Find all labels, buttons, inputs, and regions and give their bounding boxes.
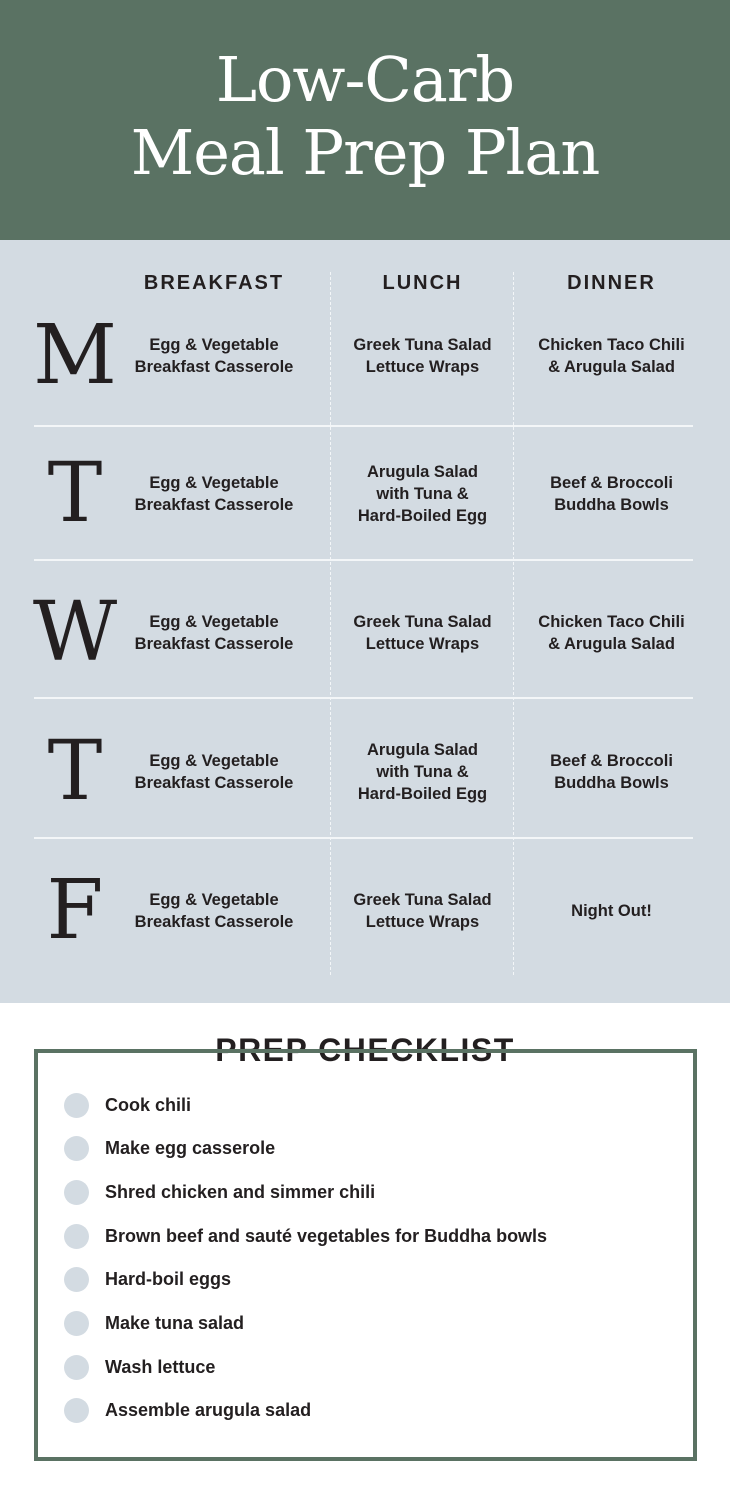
checklist-item[interactable]: Brown beef and sauté vegetables for Budd…	[64, 1223, 547, 1249]
dinner-cell: Chicken Taco Chili & Arugula Salad	[538, 613, 685, 653]
checklist-item[interactable]: Make tuna salad	[64, 1311, 244, 1337]
checklist-item-label: Cook chili	[105, 1094, 192, 1115]
checkbox-circle-icon[interactable]	[64, 1223, 89, 1249]
checklist-item-label: Hard-boil eggs	[105, 1269, 232, 1290]
row-divider	[34, 559, 693, 561]
checklist-item[interactable]: Make egg casserole	[64, 1136, 275, 1162]
row-divider	[34, 425, 693, 427]
checklist-item-label: Brown beef and sauté vegetables for Budd…	[105, 1225, 548, 1246]
lunch-cell: Greek Tuna Salad Lettuce Wraps	[353, 336, 492, 376]
meal-plan-table: BREAKFAST LUNCH DINNER M Egg & Vegetable …	[0, 240, 730, 1003]
header-banner: Low-Carb Meal Prep Plan	[0, 0, 730, 240]
checklist-item[interactable]: Cook chili	[64, 1092, 191, 1118]
breakfast-cell: Egg & Vegetable Breakfast Casserole	[134, 752, 294, 792]
day-row: T Egg & Vegetable Breakfast Casserole Arug…	[0, 429, 730, 559]
checklist-item[interactable]: Shred chicken and simmer chili	[64, 1179, 375, 1205]
dinner-cell: Chicken Taco Chili & Arugula Salad	[538, 336, 685, 376]
day-letter: F	[46, 863, 104, 958]
checklist-item[interactable]: Assemble arugula salad	[64, 1398, 311, 1424]
checklist-item-label: Assemble arugula salad	[105, 1400, 312, 1421]
dinner-cell: Beef & Broccoli Buddha Bowls	[550, 752, 673, 792]
checkbox-circle-icon[interactable]	[64, 1311, 89, 1336]
checkbox-circle-icon[interactable]	[64, 1136, 89, 1162]
breakfast-cell: Egg & Vegetable Breakfast Casserole	[134, 613, 294, 653]
lunch-cell: Arugula Salad with Tuna & Hard-Boiled Eg…	[357, 463, 488, 525]
day-letter: W	[32, 585, 118, 680]
checklist-item-label: Make egg casserole	[105, 1138, 276, 1159]
day-letter: M	[33, 308, 117, 403]
day-row: M Egg & Vegetable Breakfast Casserole Gree…	[0, 291, 730, 421]
checkbox-circle-icon[interactable]	[64, 1179, 89, 1205]
breakfast-cell: Egg & Vegetable Breakfast Casserole	[134, 474, 294, 514]
breakfast-cell: Egg & Vegetable Breakfast Casserole	[134, 891, 294, 931]
dinner-cell: Night Out!	[571, 902, 652, 920]
checkbox-circle-icon[interactable]	[64, 1354, 89, 1380]
dinner-cell: Beef & Broccoli Buddha Bowls	[550, 474, 673, 514]
page-title-line2: Meal Prep Plan	[130, 116, 601, 189]
checkbox-circle-icon[interactable]	[64, 1267, 89, 1293]
checklist-item-label: Wash lettuce	[105, 1356, 216, 1377]
lunch-cell: Greek Tuna Salad Lettuce Wraps	[353, 891, 492, 931]
checklist-item[interactable]: Wash lettuce	[64, 1354, 215, 1380]
breakfast-cell: Egg & Vegetable Breakfast Casserole	[134, 336, 294, 376]
day-letter: T	[47, 724, 103, 819]
day-row: F Egg & Vegetable Breakfast Casserole Gree…	[0, 846, 730, 976]
lunch-cell: Arugula Salad with Tuna & Hard-Boiled Eg…	[357, 741, 488, 803]
checklist-item[interactable]: Hard-boil eggs	[64, 1267, 231, 1293]
page-title-line1: Low-Carb	[215, 43, 515, 116]
checkbox-circle-icon[interactable]	[64, 1398, 89, 1424]
checkbox-circle-icon[interactable]	[64, 1092, 89, 1118]
row-divider	[34, 837, 693, 839]
day-row: W Egg & Vegetable Breakfast Casserole Gree…	[0, 568, 730, 698]
checklist-item-label: Make tuna salad	[105, 1313, 245, 1333]
checklist-item-label: Shred chicken and simmer chili	[105, 1181, 376, 1202]
day-row: T Egg & Vegetable Breakfast Casserole Arug…	[0, 707, 730, 837]
day-letter: T	[47, 446, 103, 541]
lunch-cell: Greek Tuna Salad Lettuce Wraps	[353, 613, 492, 653]
